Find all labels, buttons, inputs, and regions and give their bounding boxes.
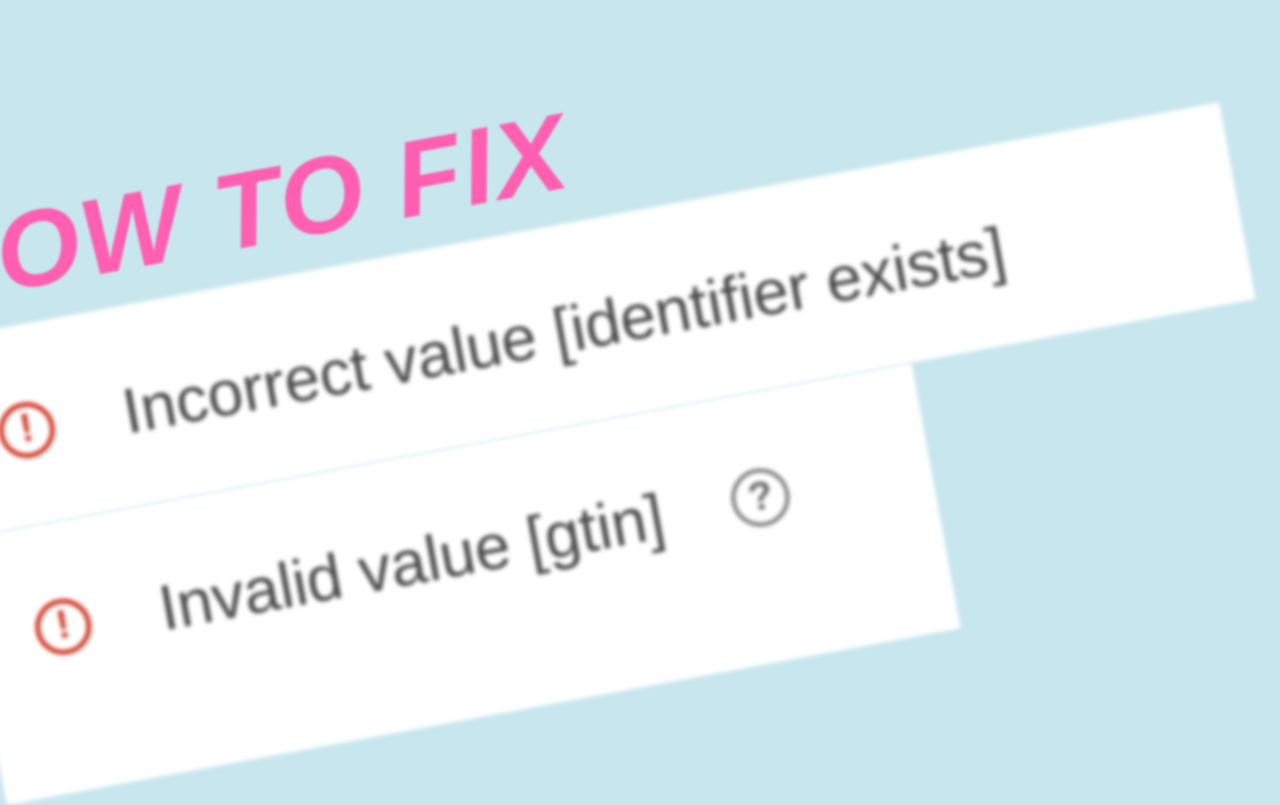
help-icon[interactable]: ? xyxy=(727,464,795,532)
alert-icon: ! xyxy=(31,594,96,659)
error-message: Invalid value [gtin] xyxy=(154,484,669,640)
rotated-stage: HOW TO FIX ! Incorrect value [identifier… xyxy=(0,0,1280,805)
alert-icon: ! xyxy=(0,397,59,462)
